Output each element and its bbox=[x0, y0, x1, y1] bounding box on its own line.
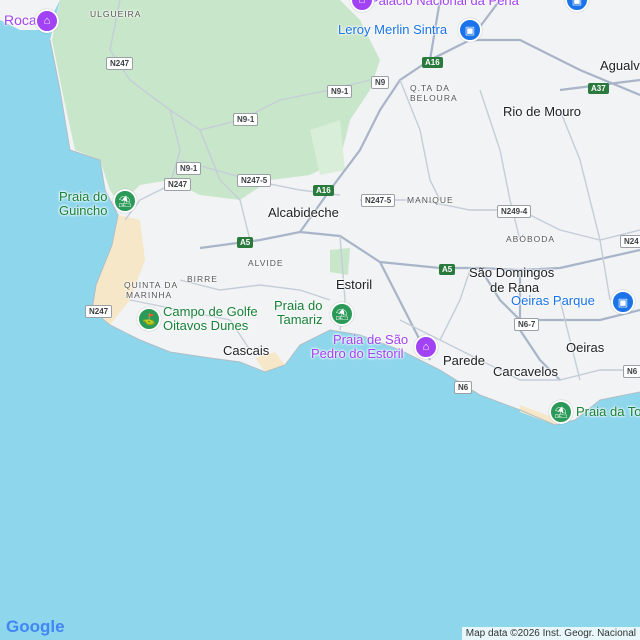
town-sao-domingos[interactable]: São Domingos bbox=[469, 265, 554, 280]
poi-guincho-line2[interactable]: Guincho bbox=[59, 203, 107, 218]
road-n247-5: N247-5 bbox=[361, 194, 396, 207]
road-n247: N247 bbox=[85, 305, 113, 318]
locality-birre: BIRRE bbox=[187, 274, 218, 284]
road-n9: N9 bbox=[371, 76, 390, 89]
locality-ulgueira: ULGUEIRA bbox=[90, 9, 142, 19]
road-n6: N6 bbox=[623, 365, 640, 378]
road-a16: A16 bbox=[313, 185, 334, 196]
logo-text: Google bbox=[6, 617, 65, 636]
google-logo: Google bbox=[6, 617, 65, 637]
town-agualva[interactable]: Agualv bbox=[600, 58, 640, 73]
road-n9-1: N9-1 bbox=[233, 113, 259, 126]
map-canvas[interactable]: Alcabideche Estoril Cascais Rio de Mouro… bbox=[0, 0, 640, 640]
map-attribution[interactable]: Map data ©2026 Inst. Geogr. Nacional bbox=[461, 627, 640, 640]
locality-quinta-da: QUINTA DA bbox=[124, 280, 179, 290]
poi-oeiras-parque-label[interactable]: Oeiras Parque bbox=[511, 293, 595, 308]
town-alcabideche[interactable]: Alcabideche bbox=[268, 205, 339, 220]
road-a37: A37 bbox=[588, 83, 609, 94]
locality-q-ta-da: Q.TA DA bbox=[410, 83, 450, 93]
shopping-bag-icon[interactable]: ▣ bbox=[611, 290, 635, 314]
road-n24: N24 bbox=[620, 235, 640, 248]
locality-alvide: ALVIDE bbox=[248, 258, 284, 268]
road-n249-4: N249-4 bbox=[497, 205, 532, 218]
beach-icon[interactable]: ⛱ bbox=[113, 189, 137, 213]
poi-tamariz-line2[interactable]: Tamariz bbox=[277, 312, 323, 327]
road-n247-5: N247-5 bbox=[237, 174, 272, 187]
locality-manique: MANIQUE bbox=[407, 195, 454, 205]
road-a5: A5 bbox=[237, 237, 254, 248]
town-rio-de-mouro[interactable]: Rio de Mouro bbox=[503, 104, 581, 119]
road-n6-7: N6-7 bbox=[514, 318, 540, 331]
shopping-bag-icon[interactable]: ▣ bbox=[458, 18, 482, 42]
town-estoril[interactable]: Estoril bbox=[336, 277, 372, 292]
locality-beloura: BELOURA bbox=[410, 93, 458, 103]
town-parede[interactable]: Parede bbox=[443, 353, 485, 368]
town-cascais[interactable]: Cascais bbox=[223, 343, 269, 358]
museum-icon[interactable]: ⌂ bbox=[35, 9, 59, 33]
town-oeiras[interactable]: Oeiras bbox=[566, 340, 604, 355]
road-a5: A5 bbox=[439, 264, 456, 275]
beach-icon[interactable]: ⛱ bbox=[549, 400, 573, 424]
poi-golfe-line2[interactable]: Oitavos Dunes bbox=[163, 318, 248, 333]
road-n6: N6 bbox=[454, 381, 473, 394]
road-n247: N247 bbox=[106, 57, 134, 70]
poi-roca-label[interactable]: Roca bbox=[4, 12, 37, 28]
road-n247: N247 bbox=[164, 178, 192, 191]
road-a16: A16 bbox=[422, 57, 443, 68]
poi-sao-pedro-line2[interactable]: Pedro do Estoril bbox=[311, 346, 404, 361]
town-carcavelos[interactable]: Carcavelos bbox=[493, 364, 558, 379]
landmark-icon[interactable]: ⌂ bbox=[414, 335, 438, 359]
poi-leroy-label[interactable]: Leroy Merlin Sintra bbox=[338, 22, 447, 37]
poi-praia-torre-label[interactable]: Praia da To bbox=[576, 404, 640, 419]
road-n9-1: N9-1 bbox=[327, 85, 353, 98]
golf-icon[interactable]: ⛳ bbox=[137, 307, 161, 331]
locality-marinha: MARINHA bbox=[126, 290, 173, 300]
road-n9-1: N9-1 bbox=[176, 162, 202, 175]
locality-aboboda: ABÓBODA bbox=[506, 234, 556, 244]
poi-palacio-label[interactable]: Palácio Nacional da Pena bbox=[370, 0, 519, 8]
beach-icon[interactable]: ⛱ bbox=[330, 302, 354, 326]
